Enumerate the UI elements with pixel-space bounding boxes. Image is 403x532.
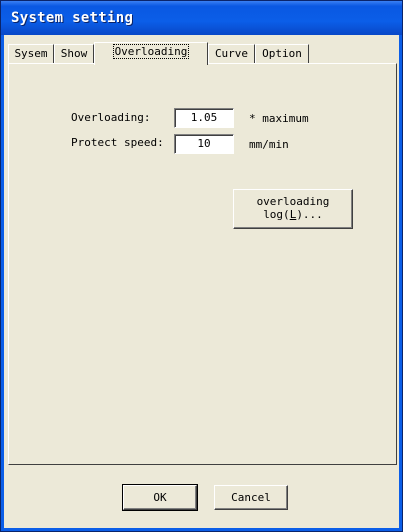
window-frame-right — [399, 35, 402, 531]
tab-sysem[interactable]: Sysem — [8, 44, 54, 63]
title-bar[interactable]: System setting — [1, 1, 402, 35]
window-frame-bottom — [1, 528, 402, 531]
tab-option-label: Option — [262, 47, 302, 60]
window-title: System setting — [11, 10, 134, 26]
protect-speed-unit: mm/min — [249, 138, 289, 151]
tab-option[interactable]: Option — [255, 44, 309, 63]
tab-curve[interactable]: Curve — [208, 44, 255, 63]
tab-overloading[interactable]: Overloading — [94, 42, 208, 65]
system-setting-dialog: System setting Sysem Show Overloading Cu… — [0, 0, 403, 532]
overloading-label: Overloading: — [71, 111, 151, 124]
overloading-log-button-line2: log(L)... — [263, 208, 323, 221]
tab-show-label: Show — [60, 47, 88, 60]
tab-curve-label: Curve — [214, 47, 249, 60]
ok-button[interactable]: OK — [122, 484, 198, 511]
cancel-button[interactable]: Cancel — [214, 485, 288, 510]
tab-overloading-label: Overloading — [112, 44, 190, 59]
overloading-log-button-line1: overloading — [256, 195, 330, 208]
protect-speed-input[interactable]: 10 — [174, 134, 234, 154]
overloading-input[interactable]: 1.05 — [174, 108, 234, 128]
overloading-log-button[interactable]: overloading log(L)... — [233, 189, 353, 229]
overloading-unit: * maximum — [249, 112, 309, 125]
tab-sysem-label: Sysem — [14, 47, 48, 60]
overloading-tab-panel: Overloading: 1.05 * maximum Protect spee… — [8, 63, 397, 465]
window-frame-left — [1, 35, 4, 531]
tab-show[interactable]: Show — [54, 44, 94, 63]
protect-speed-label: Protect speed: — [71, 136, 164, 149]
